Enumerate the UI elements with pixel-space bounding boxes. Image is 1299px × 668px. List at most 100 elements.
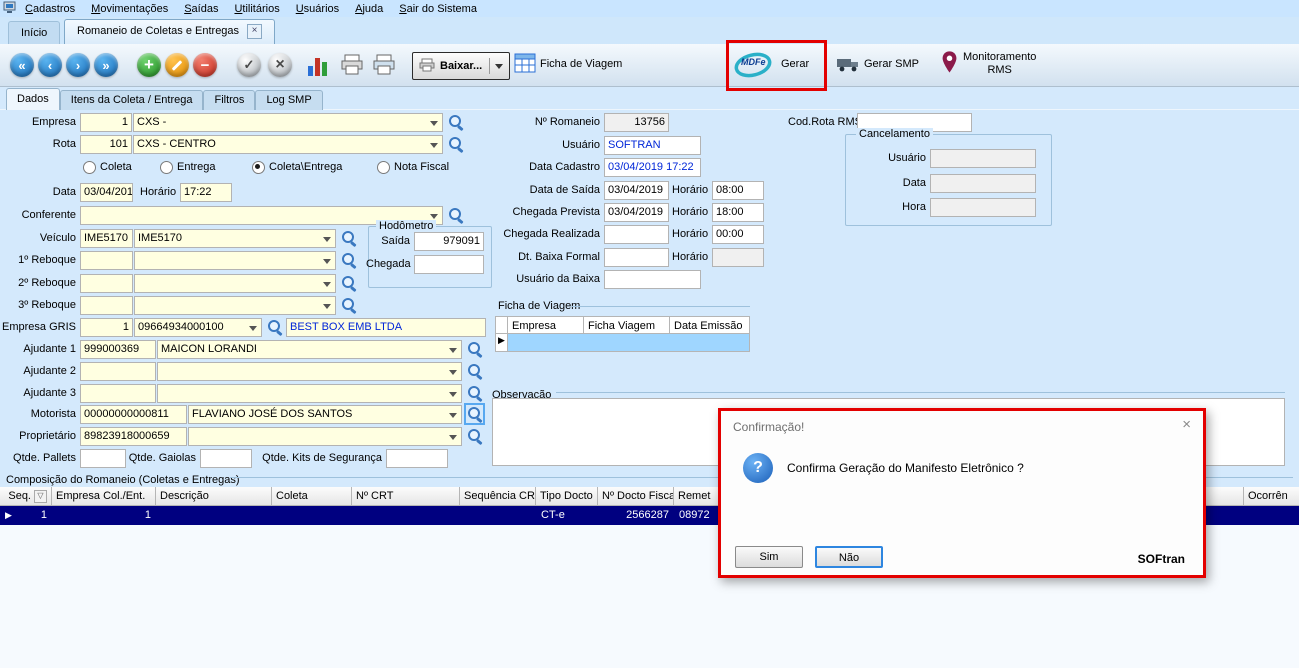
gerar-smp-button[interactable]: Gerar SMP (864, 58, 919, 70)
chegada-realizada-field[interactable] (604, 225, 669, 244)
menu-item-saidas[interactable]: Saídas (176, 3, 226, 15)
motorista-code-field[interactable]: 00000000000811 (80, 405, 187, 424)
menu-item-usuarios[interactable]: Usuários (288, 3, 347, 15)
reboque3-combo[interactable] (134, 296, 336, 315)
radio-coleta[interactable]: Coleta (83, 159, 132, 175)
grid-header-ncrt[interactable]: Nº CRT (352, 487, 460, 506)
delete-button[interactable] (193, 53, 217, 77)
nav-next-button[interactable] (66, 53, 90, 77)
rota-code-field[interactable]: 101 (80, 135, 132, 154)
nav-prev-button[interactable] (38, 53, 62, 77)
empresa-code-field[interactable]: 1 (80, 113, 132, 132)
gerar-smp-icon[interactable] (836, 55, 862, 76)
chegada-prevista-field[interactable]: 03/04/2019 (604, 203, 669, 222)
menu-item-cadastros[interactable]: Cadastros (17, 3, 83, 15)
grid-header-seq[interactable]: Seq. (0, 487, 52, 506)
nav-first-button[interactable] (10, 53, 34, 77)
ajudante3-code-field[interactable] (80, 384, 156, 403)
print-icon[interactable] (340, 54, 364, 79)
data-saida-field[interactable]: 03/04/2019 (604, 181, 669, 200)
radio-entrega[interactable]: Entrega (160, 159, 216, 175)
tab-close-icon[interactable] (247, 24, 263, 39)
motorista-search-icon[interactable] (464, 403, 485, 425)
monitoramento-rms-button[interactable]: Monitoramento RMS (963, 51, 1036, 77)
hodometro-saida-field[interactable]: 979091 (414, 232, 484, 251)
dialog-close-icon[interactable] (1182, 416, 1191, 433)
ajudante2-search-icon[interactable] (466, 362, 483, 380)
grid-header-coleta[interactable]: Coleta (272, 487, 352, 506)
dt-baixa-formal-field[interactable] (604, 248, 669, 267)
subtab-itens[interactable]: Itens da Coleta / Entrega (59, 90, 204, 110)
baixar-dropdown-icon[interactable] (489, 58, 503, 74)
reboque3-search-icon[interactable] (340, 296, 357, 314)
horario-saida-field[interactable]: 08:00 (712, 181, 764, 200)
ficha-viagem-icon[interactable] (514, 53, 536, 76)
ajudante3-combo[interactable] (157, 384, 462, 403)
ficha-viagem-toolbar-label[interactable]: Ficha de Viagem (540, 58, 622, 70)
subtab-dados[interactable]: Dados (6, 88, 60, 110)
nav-last-button[interactable] (94, 53, 118, 77)
print-preview-icon[interactable] (372, 54, 396, 79)
grid-header-ocorrencia[interactable]: Ocorrên (1244, 487, 1299, 506)
menu-item-sair[interactable]: Sair do Sistema (391, 3, 485, 15)
grid-header-descricao[interactable]: Descrição (156, 487, 272, 506)
radio-coleta-entrega[interactable]: Coleta\Entrega (252, 159, 342, 175)
grid-header-seqcrt[interactable]: Sequência CRT (460, 487, 536, 506)
tab-inicio[interactable]: Início (8, 21, 61, 44)
horario-prevista-field[interactable]: 18:00 (712, 203, 764, 222)
ajudante1-search-icon[interactable] (466, 340, 483, 358)
reboque1-combo[interactable] (134, 251, 336, 270)
cancel-button[interactable] (268, 53, 292, 77)
motorista-combo[interactable]: FLAVIANO JOSÉ DOS SANTOS (188, 405, 462, 424)
add-button[interactable] (137, 53, 161, 77)
rota-search-icon[interactable] (447, 135, 464, 153)
ajudante1-combo[interactable]: MAICON LORANDI (157, 340, 462, 359)
nao-button[interactable]: Não (815, 546, 883, 568)
baixar-button[interactable]: Baixar... (412, 52, 511, 80)
menu-item-movimentacoes[interactable]: Movimentações (83, 3, 176, 15)
conferente-search-icon[interactable] (447, 206, 464, 224)
ajudante3-search-icon[interactable] (466, 384, 483, 402)
empresa-search-icon[interactable] (447, 113, 464, 131)
grid-header-ndocto[interactable]: Nº Docto Fiscal (598, 487, 674, 506)
reboque1-code-field[interactable] (80, 251, 133, 270)
confirm-button[interactable] (237, 53, 261, 77)
empresa-gris-code-field[interactable]: 1 (80, 318, 133, 337)
proprietario-search-icon[interactable] (466, 427, 483, 445)
menu-item-ajuda[interactable]: Ajuda (347, 3, 391, 15)
ajudante1-code-field[interactable]: 999000369 (80, 340, 156, 359)
qtde-pallets-field[interactable] (80, 449, 126, 468)
filter-icon[interactable] (34, 490, 47, 503)
tab-romaneio[interactable]: Romaneio de Coletas e Entregas (64, 19, 276, 44)
rota-combo[interactable]: CXS - CENTRO (133, 135, 443, 154)
chart-icon[interactable] (308, 54, 330, 76)
grid-header-empresa[interactable]: Empresa Col./Ent. (52, 487, 156, 506)
reboque3-code-field[interactable] (80, 296, 133, 315)
subtab-filtros[interactable]: Filtros (203, 90, 256, 110)
empresa-combo[interactable]: CXS - (133, 113, 443, 132)
qtde-gaiolas-field[interactable] (200, 449, 252, 468)
veiculo-search-icon[interactable] (340, 229, 357, 247)
data-field[interactable]: 03/04/2019 (80, 183, 133, 202)
reboque1-search-icon[interactable] (340, 251, 357, 269)
horario-realizada-field[interactable]: 00:00 (712, 225, 764, 244)
qtde-kits-field[interactable] (386, 449, 448, 468)
menu-item-utilitarios[interactable]: Utilitários (226, 3, 287, 15)
hodometro-chegada-field[interactable] (414, 255, 484, 274)
edit-button[interactable] (165, 53, 189, 77)
horario-field[interactable]: 17:22 (180, 183, 232, 202)
empresa-gris-combo[interactable]: 09664934000100 (134, 318, 262, 337)
ajudante2-combo[interactable] (157, 362, 462, 381)
subtab-log-smp[interactable]: Log SMP (255, 90, 323, 110)
proprietario-combo[interactable] (188, 427, 462, 446)
ficha-viagem-row[interactable] (508, 334, 750, 352)
proprietario-code-field[interactable]: 89823918000659 (80, 427, 187, 446)
gerar-mdfe-button[interactable]: Gerar (781, 58, 809, 70)
veiculo-combo[interactable]: IME5170 (134, 229, 336, 248)
radio-nota-fiscal[interactable]: Nota Fiscal (377, 159, 449, 175)
grid-header-tipo-docto[interactable]: Tipo Docto (536, 487, 598, 506)
reboque2-combo[interactable] (134, 274, 336, 293)
reboque2-code-field[interactable] (80, 274, 133, 293)
empresa-gris-search-icon[interactable] (266, 318, 283, 336)
monitoramento-pin-icon[interactable] (941, 50, 958, 77)
